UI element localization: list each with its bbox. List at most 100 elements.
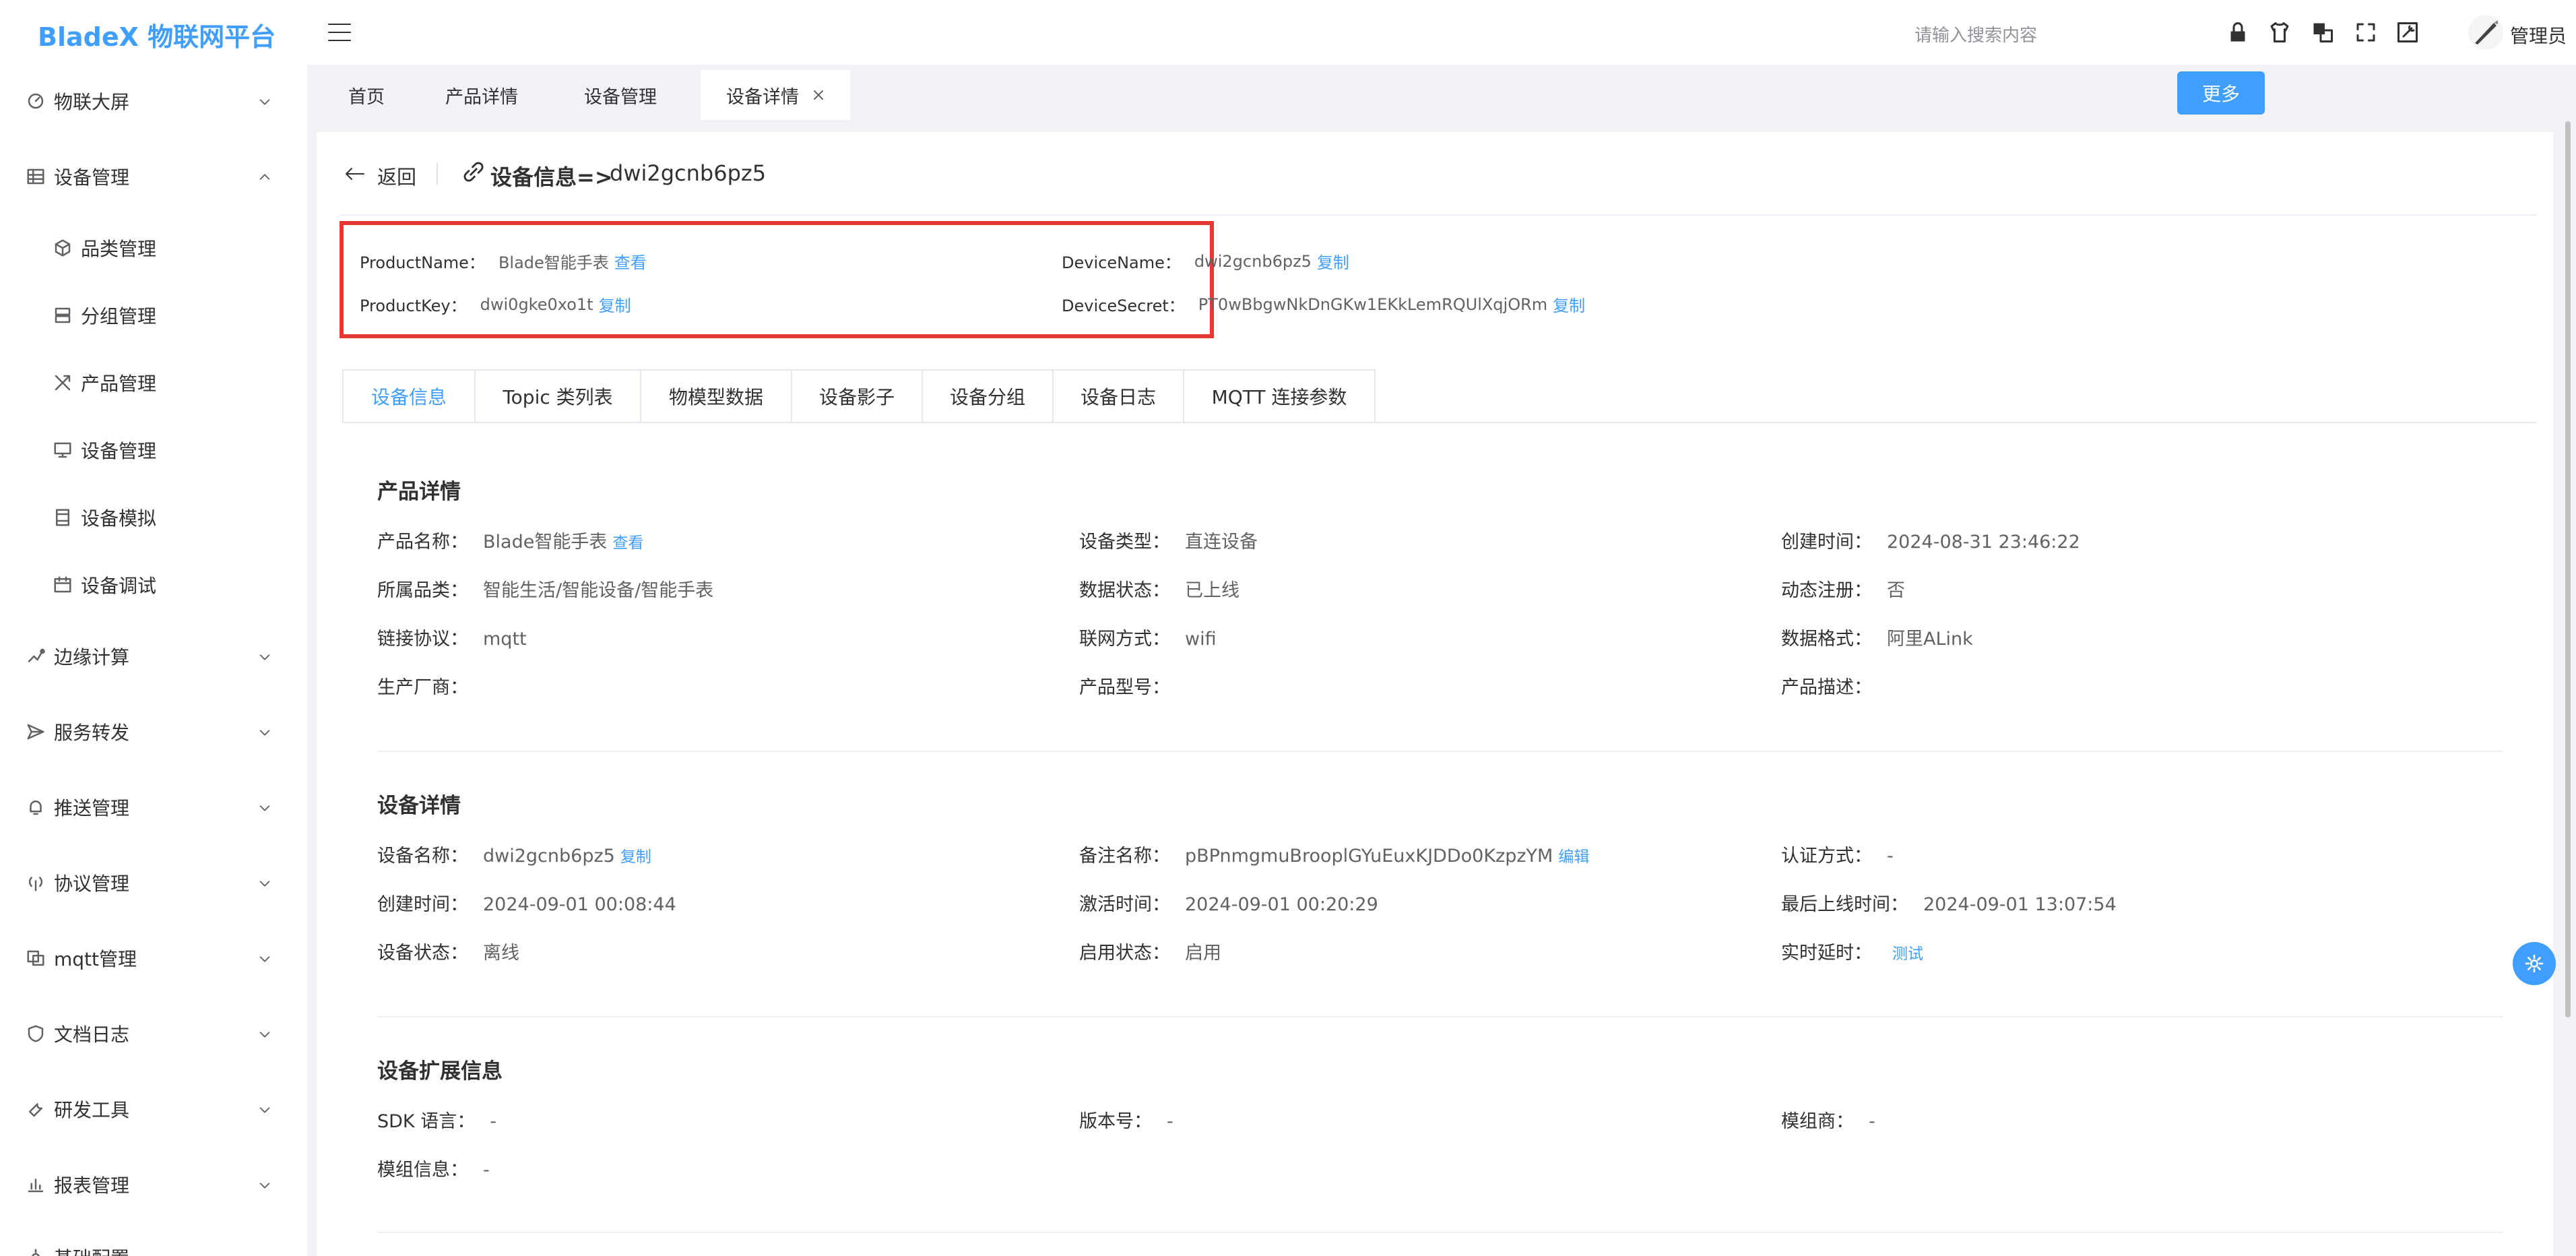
app-logo[interactable]: BladeX 物联网平台 xyxy=(38,16,276,53)
field-network: 联网方式： wifi xyxy=(1079,624,1217,650)
user-name[interactable]: 管理员 xyxy=(2510,22,2567,49)
tab-home[interactable]: 首页 xyxy=(330,70,403,120)
gear-icon xyxy=(2525,954,2544,973)
top-bar: 请输入搜索内容 管理员 xyxy=(307,0,2576,65)
theme-icon[interactable] xyxy=(2267,20,2292,44)
sidebar-subitem-debug[interactable]: 设备调试 xyxy=(0,558,307,612)
field-value: dwi2gcnb6pz5 xyxy=(483,846,615,867)
sidebar-item-docs-log[interactable]: 文档日志 xyxy=(0,1007,307,1061)
divider xyxy=(377,1232,2503,1233)
sidebar-item-label: 服务转发 xyxy=(54,722,130,744)
tab-device-group[interactable]: 设备分组 xyxy=(923,371,1054,422)
tab-device-shadow[interactable]: 设备影子 xyxy=(792,371,923,422)
field-value: 直连设备 xyxy=(1185,532,1258,553)
scrollbar[interactable] xyxy=(2565,121,2571,1017)
sidebar-subitem-device[interactable]: 设备管理 xyxy=(0,423,307,477)
link-icon xyxy=(463,162,484,182)
field-product-name: 产品名称： Blade智能手表 查看 xyxy=(377,527,643,553)
fullscreen-icon[interactable] xyxy=(2354,20,2378,44)
device-secret-value: PT0wBbgwNkDnGKw1EKkLemRQUlXqjORm xyxy=(1198,294,1548,314)
tab-device-log[interactable]: 设备日志 xyxy=(1054,371,1184,422)
lock-icon[interactable] xyxy=(2226,20,2250,44)
field-category: 所属品类： 智能生活/智能设备/智能手表 xyxy=(377,575,713,602)
tab-device-info[interactable]: 设备信息 xyxy=(344,371,476,422)
avatar[interactable] xyxy=(2468,15,2503,50)
tab-mqtt-params[interactable]: MQTT 连接参数 xyxy=(1184,371,1374,422)
close-icon[interactable] xyxy=(812,89,825,101)
monitor-icon xyxy=(54,442,71,458)
field-label: 激活时间： xyxy=(1079,894,1170,915)
field-value: 离线 xyxy=(483,943,519,964)
sidebar-item-basic-config[interactable]: 基础配置 xyxy=(0,1230,307,1256)
sidebar-item-mqtt[interactable]: mqtt管理 xyxy=(0,931,307,985)
tab-topic-list[interactable]: Topic 类列表 xyxy=(476,371,641,422)
translate-icon[interactable] xyxy=(2311,20,2335,44)
sidebar-subitem-category[interactable]: 品类管理 xyxy=(0,221,307,275)
sidebar-item-device-management[interactable]: 设备管理 xyxy=(0,150,307,203)
sidebar-item-label: 研发工具 xyxy=(54,1099,130,1121)
field-value: 否 xyxy=(1887,580,1905,601)
sidebar-item-edge-compute[interactable]: 边缘计算 xyxy=(0,629,307,683)
sidebar-subitem-label: 分组管理 xyxy=(81,305,157,327)
sidebar-item-dashboard[interactable]: 物联大屏 xyxy=(0,74,307,128)
field-label: 生产厂商： xyxy=(377,677,468,698)
group-icon xyxy=(55,307,71,323)
sidebar-item-label: mqtt管理 xyxy=(54,948,137,970)
field-label: 所属品类： xyxy=(377,580,468,601)
field-label: 产品名称： xyxy=(377,532,468,553)
field-data-status: 数据状态： 已上线 xyxy=(1079,575,1239,602)
copy-device-name-link[interactable]: 复制 xyxy=(620,844,651,867)
sidebar-item-label: 报表管理 xyxy=(54,1174,130,1197)
sidebar-item-service-forward[interactable]: 服务转发 xyxy=(0,705,307,759)
back-button[interactable]: 返回 xyxy=(377,162,416,190)
page-title-device: dwi2gcnb6pz5 xyxy=(610,160,767,186)
field-label: 版本号： xyxy=(1079,1111,1152,1132)
sidebar-item-push[interactable]: 推送管理 xyxy=(0,780,307,834)
sidebar-item-reports[interactable]: 报表管理 xyxy=(0,1158,307,1212)
view-product-link[interactable]: 查看 xyxy=(614,249,647,273)
copy-device-name-link[interactable]: 复制 xyxy=(1317,249,1349,273)
field-value: wifi xyxy=(1185,629,1217,650)
field-last-online: 最后上线时间： 2024-09-01 13:07:54 xyxy=(1781,889,2117,916)
sidebar-subitem-simulate[interactable]: 设备模拟 xyxy=(0,491,307,544)
tab-label: 设备详情 xyxy=(726,86,799,108)
menu-toggle-icon[interactable] xyxy=(326,20,353,44)
tab-device-detail[interactable]: 设备详情 xyxy=(701,70,850,120)
product-name-value: Blade智能手表 xyxy=(498,253,609,272)
sidebar-subitem-product[interactable]: 产品管理 xyxy=(0,356,307,410)
edit-remark-link[interactable]: 编辑 xyxy=(1558,844,1589,867)
search-input[interactable]: 请输入搜索内容 xyxy=(1914,22,2037,46)
tab-product-detail[interactable]: 产品详情 xyxy=(432,70,531,120)
sidebar-item-dev-tools[interactable]: 研发工具 xyxy=(0,1082,307,1136)
view-product-link[interactable]: 查看 xyxy=(612,530,643,553)
shield-icon xyxy=(28,1025,44,1042)
field-sdk-language: SDK 语言： - xyxy=(377,1106,496,1133)
field-label: ProductKey： xyxy=(360,296,467,315)
sidebar-item-protocol[interactable]: 协议管理 xyxy=(0,856,307,910)
tools-icon[interactable] xyxy=(2395,20,2420,44)
edge-compute-icon xyxy=(28,648,45,662)
more-button[interactable]: 更多 xyxy=(2177,71,2265,115)
sidebar: BladeX 物联网平台 物联大屏 设备管理 品类管理 分组管理 产品管理 设备… xyxy=(0,0,307,1256)
device-summary-box: ProductName： Blade智能手表 查看 DeviceName： dw… xyxy=(340,221,1585,338)
sidebar-subitem-group[interactable]: 分组管理 xyxy=(0,288,307,342)
tab-thing-model[interactable]: 物模型数据 xyxy=(641,371,792,422)
field-activated-time: 激活时间： 2024-09-01 00:20:29 xyxy=(1079,889,1378,916)
device-name-row: DeviceName： dwi2gcnb6pz5 复制 xyxy=(1062,249,1349,273)
sidebar-subitem-label: 设备模拟 xyxy=(81,507,157,530)
field-label: 认证方式： xyxy=(1781,846,1872,867)
copy-product-key-link[interactable]: 复制 xyxy=(599,292,631,316)
tab-device-management[interactable]: 设备管理 xyxy=(571,70,670,120)
copy-device-secret-link[interactable]: 复制 xyxy=(1553,292,1585,316)
field-label: 启用状态： xyxy=(1079,943,1170,964)
arrow-left-icon[interactable] xyxy=(344,166,365,182)
settings-float-button[interactable] xyxy=(2513,942,2556,985)
field-device-created-time: 创建时间： 2024-09-01 00:08:44 xyxy=(377,889,676,916)
test-latency-link[interactable]: 测试 xyxy=(1892,941,1923,964)
field-enable-status: 启用状态： 启用 xyxy=(1079,938,1221,964)
field-description: 产品描述： xyxy=(1781,672,1887,699)
chevron-down-icon xyxy=(259,99,270,105)
dashboard-icon xyxy=(28,93,44,109)
field-label: 产品描述： xyxy=(1781,677,1872,698)
field-value: 2024-09-01 13:07:54 xyxy=(1923,894,2117,915)
